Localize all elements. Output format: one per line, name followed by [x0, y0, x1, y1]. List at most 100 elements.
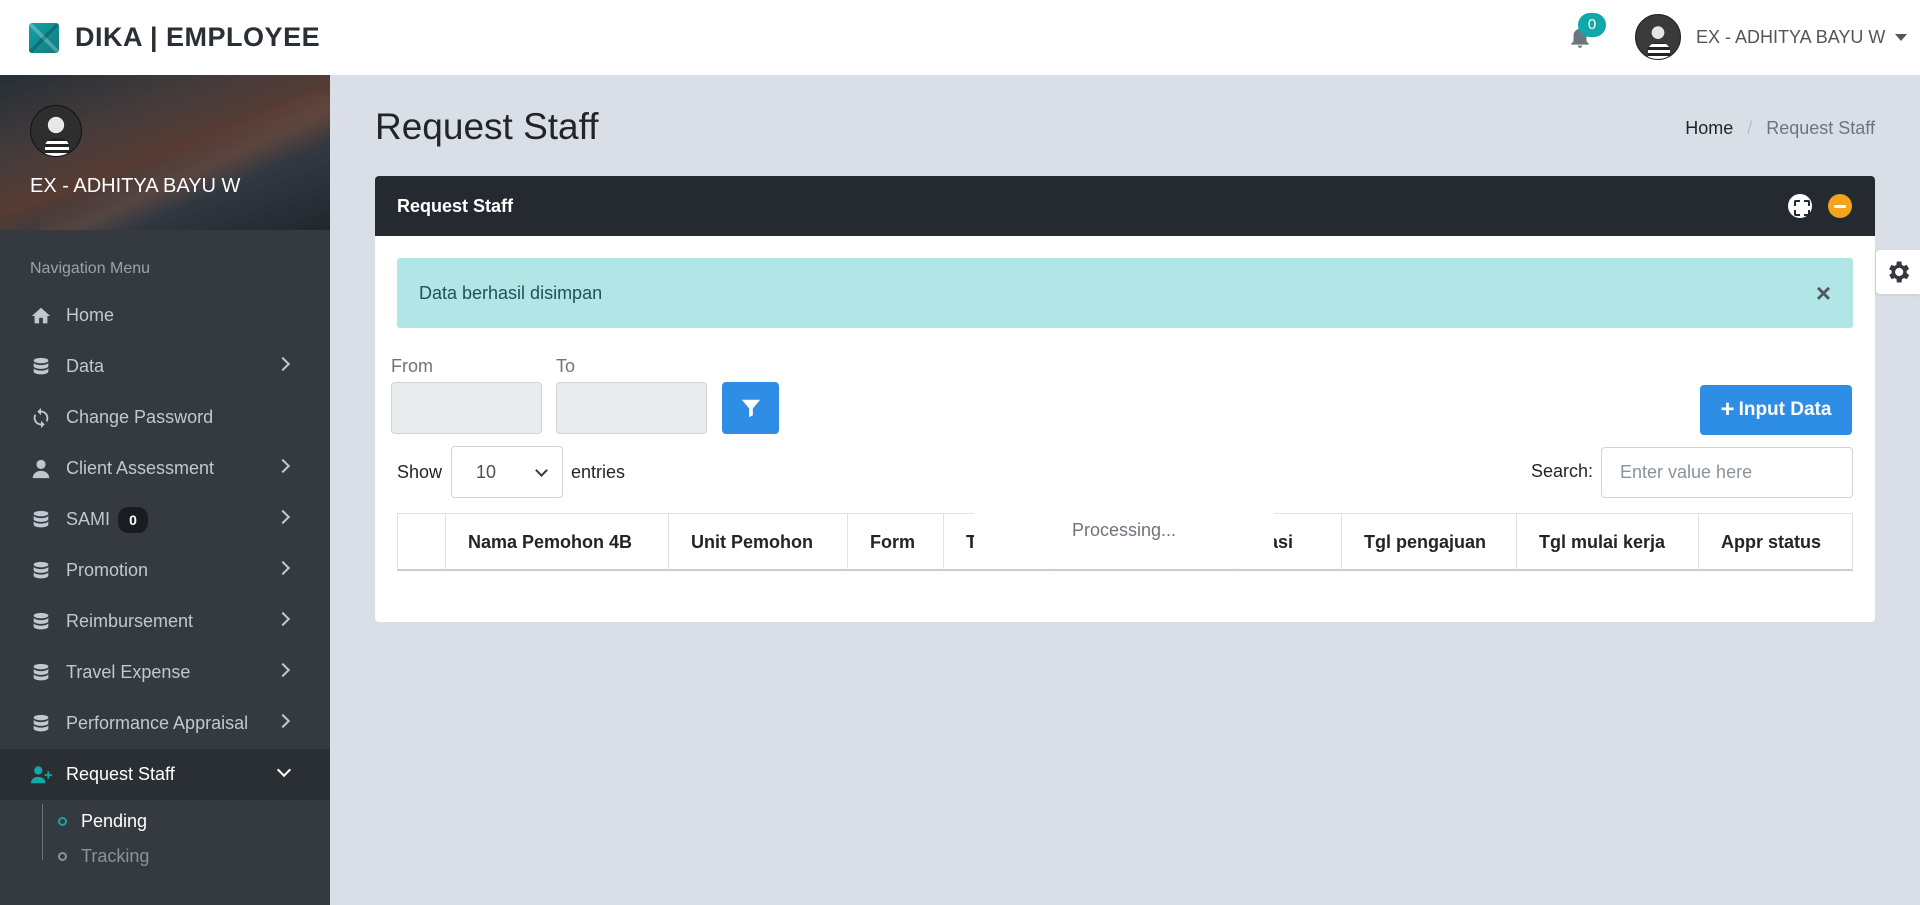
entries-label: entries: [571, 462, 626, 482]
column-header-unit-pemohon[interactable]: Unit Pemohon: [669, 514, 848, 570]
circle-icon: [58, 852, 67, 861]
user-name: EX - ADHITYA BAYU W: [1696, 26, 1886, 47]
breadcrumb-separator: /: [1747, 118, 1753, 138]
sami-count-badge: 0: [118, 506, 149, 533]
submenu-item-label: Tracking: [81, 846, 150, 866]
avatar: [1635, 14, 1681, 60]
input-data-label: Input Data: [1738, 399, 1832, 420]
sidebar-item-label: Client Assessment: [66, 458, 215, 478]
sidebar-item-change-password[interactable]: Change Password: [0, 392, 330, 443]
gear-icon: [1889, 261, 1910, 283]
brand[interactable]: DIKA | EMPLOYEE: [29, 22, 320, 53]
breadcrumb: Home / Request Staff: [1685, 118, 1875, 139]
sidebar-item-client-assessment[interactable]: Client Assessment: [0, 443, 330, 494]
to-label: To: [556, 356, 576, 376]
database-icon: [30, 560, 52, 582]
chevron-right-icon: [275, 356, 291, 372]
breadcrumb-current: Request Staff: [1766, 118, 1875, 138]
sidebar-item-home[interactable]: Home: [0, 290, 330, 341]
profile-name: EX - ADHITYA BAYU W: [30, 175, 241, 197]
circle-icon: [58, 817, 67, 826]
sidebar-nav: Home Data Change Password Client Assessm…: [0, 290, 330, 800]
chevron-right-icon: [275, 458, 291, 474]
settings-toggle[interactable]: [1876, 250, 1920, 294]
submenu-item-tracking[interactable]: Tracking: [0, 839, 330, 874]
to-date-input[interactable]: [556, 382, 707, 434]
chevron-right-icon: [275, 662, 291, 678]
database-icon: [30, 611, 52, 633]
breadcrumb-home-link[interactable]: Home: [1685, 118, 1733, 139]
column-header-tgl-mulai-kerja[interactable]: Tgl mulai kerja: [1517, 514, 1699, 570]
from-label: From: [391, 356, 433, 376]
sidebar-item-performance-appraisal[interactable]: Performance Appraisal: [0, 698, 330, 749]
filter-button[interactable]: [722, 382, 779, 434]
chevron-right-icon: [275, 713, 291, 729]
close-icon[interactable]: ×: [1816, 280, 1831, 306]
sidebar-item-label: Data: [66, 356, 105, 376]
brand-text: DIKA | EMPLOYEE: [75, 22, 321, 52]
sidebar-profile: EX - ADHITYA BAYU W: [0, 75, 330, 230]
request-staff-card: Request Staff Data berhasil disimpan × F…: [375, 176, 1875, 622]
brand-logo-icon: [29, 22, 59, 53]
sidebar-item-label: Home: [66, 305, 115, 325]
user-icon: [30, 458, 52, 480]
search-placeholder: Enter value here: [1620, 462, 1753, 482]
processing-indicator: Processing...: [974, 492, 1274, 568]
sidebar-item-label: Change Password: [66, 407, 214, 427]
minimize-icon[interactable]: [1828, 194, 1852, 218]
filter-icon: [741, 399, 760, 418]
user-menu[interactable]: EX - ADHITYA BAYU W: [1635, 14, 1908, 60]
chevron-down-icon: [276, 762, 292, 778]
input-data-button[interactable]: + Input Data: [1700, 385, 1852, 435]
sync-icon: [30, 407, 52, 429]
search-input[interactable]: Enter value here: [1601, 447, 1853, 498]
caret-down-icon: [1895, 33, 1908, 41]
home-icon: [30, 305, 52, 327]
sidebar-item-sami[interactable]: SAMI 0: [0, 494, 330, 545]
success-alert: Data berhasil disimpan ×: [397, 258, 1853, 328]
request-staff-submenu: Pending Tracking: [0, 800, 330, 874]
notification-badge: 0: [1578, 13, 1606, 37]
sidebar-item-label: SAMI: [66, 509, 111, 529]
sidebar-item-data[interactable]: Data: [0, 341, 330, 392]
column-header-appr-status[interactable]: Appr status: [1699, 514, 1852, 570]
chevron-right-icon: [275, 509, 291, 525]
column-header-form[interactable]: Form: [848, 514, 944, 570]
sidebar-item-label: Promotion: [66, 560, 149, 580]
show-label: Show: [397, 462, 443, 482]
expand-icon[interactable]: [1788, 194, 1812, 218]
database-icon: [30, 356, 52, 378]
alert-message: Data berhasil disimpan: [419, 282, 603, 303]
sidebar-item-travel-expense[interactable]: Travel Expense: [0, 647, 330, 698]
chevron-down-icon: [535, 464, 548, 477]
from-date-input[interactable]: [391, 382, 542, 434]
card-title: Request Staff: [397, 195, 514, 216]
entries-value: 10: [476, 461, 497, 482]
sidebar-item-label: Reimbursement: [66, 611, 194, 631]
page-title: Request Staff: [375, 106, 599, 147]
sidebar-item-label: Travel Expense: [66, 662, 191, 682]
user-plus-icon: [30, 764, 52, 786]
sidebar: EX - ADHITYA BAYU W Navigation Menu Home…: [0, 75, 330, 905]
profile-avatar: [30, 105, 82, 157]
chevron-right-icon: [275, 560, 291, 576]
entries-select[interactable]: 10: [451, 446, 563, 498]
plus-icon: +: [1720, 396, 1735, 423]
sidebar-item-label: Performance Appraisal: [66, 713, 249, 733]
column-header-tgl-pengajuan[interactable]: Tgl pengajuan: [1342, 514, 1517, 570]
sidebar-item-request-staff[interactable]: Request Staff: [0, 749, 330, 800]
top-navbar: DIKA | EMPLOYEE 0 EX - ADHITYA BAYU W: [0, 0, 1920, 75]
column-header-nama-pemohon[interactable]: Nama Pemohon 4B: [446, 514, 669, 570]
search-label: Search:: [1531, 461, 1594, 481]
sidebar-item-promotion[interactable]: Promotion: [0, 545, 330, 596]
chevron-right-icon: [275, 611, 291, 627]
nav-header: Navigation Menu: [30, 260, 151, 277]
card-header: Request Staff: [375, 176, 1875, 236]
submenu-item-pending[interactable]: Pending: [0, 804, 330, 839]
database-icon: [30, 713, 52, 735]
submenu-item-label: Pending: [81, 811, 148, 831]
database-icon: [30, 662, 52, 684]
sidebar-item-reimbursement[interactable]: Reimbursement: [0, 596, 330, 647]
sidebar-item-label: Request Staff: [66, 764, 175, 784]
column-header-select[interactable]: [398, 514, 446, 570]
